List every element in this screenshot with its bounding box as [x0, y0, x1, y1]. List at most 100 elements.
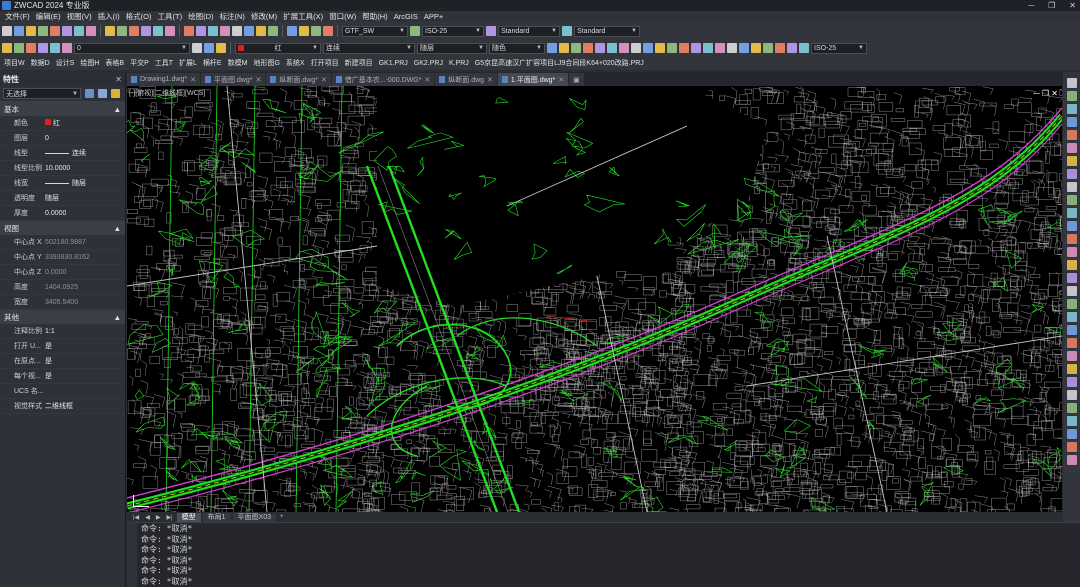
toolbar-button[interactable] — [559, 43, 569, 53]
menu-item[interactable]: 标注(N) — [217, 11, 248, 22]
menu-item[interactable]: 文件(F) — [2, 11, 33, 22]
close-tab-icon[interactable]: ✕ — [255, 76, 261, 84]
toolbar-button[interactable] — [562, 26, 572, 36]
toolbar-button[interactable] — [595, 43, 605, 53]
modify-tool-button[interactable] — [1066, 156, 1077, 166]
toolbar-button[interactable] — [268, 26, 278, 36]
menu-item[interactable]: 编辑(E) — [33, 11, 64, 22]
toolbar-button[interactable] — [129, 26, 139, 36]
property-row[interactable]: 厚度 0.0000 — [0, 206, 125, 221]
toolbar-button[interactable] — [486, 26, 496, 36]
toolbar-button[interactable] — [299, 26, 309, 36]
toolbar-button[interactable] — [703, 43, 713, 53]
modify-tool-button[interactable] — [1066, 390, 1077, 400]
modify-tool-button[interactable] — [1066, 286, 1077, 296]
plugin-menu-item[interactable]: K.PRJ — [447, 60, 471, 67]
collapse-icon[interactable]: ▲ — [114, 105, 121, 114]
modify-tool-button[interactable] — [1066, 455, 1077, 465]
minimize-button[interactable]: ─ — [1028, 1, 1034, 10]
layout-nav-button[interactable]: ◀ — [143, 514, 152, 521]
modify-tool-button[interactable] — [1066, 117, 1077, 127]
property-section-header[interactable]: 基本 ▲ — [0, 102, 125, 116]
modify-tool-button[interactable] — [1066, 130, 1077, 140]
toolbar-button[interactable] — [763, 43, 773, 53]
toolbar-button[interactable] — [208, 26, 218, 36]
modify-tool-button[interactable] — [1066, 78, 1077, 88]
toolbar-button[interactable] — [74, 26, 84, 36]
plugin-menu-item[interactable]: 项目W — [2, 58, 27, 68]
toolbar-button[interactable] — [311, 26, 321, 36]
toolbar-button[interactable] — [192, 43, 202, 53]
menu-item[interactable]: 窗口(W) — [326, 11, 359, 22]
modify-tool-button[interactable] — [1066, 338, 1077, 348]
close-tab-icon[interactable]: ✕ — [424, 76, 430, 84]
toolbar-button[interactable] — [410, 26, 420, 36]
property-row[interactable]: 线宽 随层 — [0, 176, 125, 191]
toolbar-button[interactable] — [751, 43, 761, 53]
plugin-menu-item[interactable]: GK1.PRJ — [377, 60, 410, 67]
toolbar-button[interactable] — [739, 43, 749, 53]
property-row[interactable]: 中心点 Z 0.0000 — [0, 265, 125, 280]
layer-select[interactable]: 0 ▼ — [74, 42, 190, 54]
toolbar-button[interactable] — [196, 26, 206, 36]
toolbar-button[interactable] — [727, 43, 737, 53]
toolbar-button[interactable] — [547, 43, 557, 53]
quick-select-icon[interactable] — [85, 89, 94, 98]
menu-item[interactable]: 绘图(D) — [185, 11, 216, 22]
modify-tool-button[interactable] — [1066, 429, 1077, 439]
menu-item[interactable]: ArcGIS — [391, 12, 421, 21]
menu-item[interactable]: 扩展工具(X) — [280, 11, 326, 22]
collapse-icon[interactable]: ▲ — [114, 313, 121, 322]
menu-item[interactable]: 视图(V) — [64, 11, 95, 22]
property-section-header[interactable]: 视图 ▲ — [0, 221, 125, 235]
modify-tool-button[interactable] — [1066, 351, 1077, 361]
property-row[interactable]: 中心点 Y 3393830.8162 — [0, 250, 125, 265]
toolbar-button[interactable] — [216, 43, 226, 53]
layout-nav-button[interactable]: ▶ — [154, 514, 163, 521]
plugin-menu-item[interactable]: 工具T — [153, 58, 175, 68]
toolbar-button[interactable] — [62, 26, 72, 36]
property-row[interactable]: UCS 名... — [0, 384, 125, 399]
modify-tool-button[interactable] — [1066, 260, 1077, 270]
modify-tool-button[interactable] — [1066, 403, 1077, 413]
toolbar-button[interactable] — [141, 26, 151, 36]
layout-tab[interactable]: 布局1 — [202, 512, 231, 522]
property-row[interactable]: 宽度 3405.5400 — [0, 295, 125, 310]
menu-item[interactable]: 帮助(H) — [359, 11, 390, 22]
toolbar-button[interactable] — [571, 43, 581, 53]
property-row[interactable]: 每个视... 是 — [0, 369, 125, 384]
close-tab-icon[interactable]: ✕ — [558, 76, 564, 84]
toolbar-button[interactable] — [232, 26, 242, 36]
modify-tool-button[interactable] — [1066, 273, 1077, 283]
toolbar-button[interactable] — [619, 43, 629, 53]
toolbar-button[interactable] — [631, 43, 641, 53]
close-button[interactable]: ✕ — [1069, 1, 1076, 10]
plugin-menu-item[interactable]: 设计S — [54, 58, 77, 68]
toolbar-button[interactable] — [117, 26, 127, 36]
property-row[interactable]: 注释比例 1:1 — [0, 324, 125, 339]
toolbar-button[interactable] — [204, 43, 214, 53]
plugin-menu-item[interactable]: 新建项目 — [343, 58, 375, 68]
property-section-header[interactable]: 其他 ▲ — [0, 310, 125, 324]
plugin-menu-item[interactable]: 平交P — [128, 58, 151, 68]
toolbar-button[interactable] — [50, 26, 60, 36]
toolbar-button[interactable] — [244, 26, 254, 36]
modify-tool-button[interactable] — [1066, 208, 1077, 218]
toolbar-button[interactable] — [607, 43, 617, 53]
modify-tool-button[interactable] — [1066, 221, 1077, 231]
document-tab[interactable]: 1.平面图.dwg* ✕ — [497, 73, 569, 86]
toolbar-button[interactable] — [184, 26, 194, 36]
document-tab[interactable]: Drawing1.dwg* ✕ — [127, 73, 200, 86]
plugin-menu-item[interactable]: GK2.PRJ — [412, 60, 445, 67]
layout-nav-button[interactable]: |◀ — [131, 514, 141, 521]
property-row[interactable]: 透明度 随层 — [0, 191, 125, 206]
modify-tool-button[interactable] — [1066, 195, 1077, 205]
toolbar-button[interactable] — [2, 26, 12, 36]
modify-tool-button[interactable] — [1066, 325, 1077, 335]
document-tab[interactable]: 纵断面.dwg* ✕ — [266, 73, 331, 86]
toolbar-button[interactable] — [14, 26, 24, 36]
menu-item[interactable]: 插入(I) — [95, 11, 123, 22]
layout-nav-button[interactable]: ▶| — [164, 514, 174, 521]
toolbar-button[interactable] — [323, 26, 333, 36]
viewport-window-controls[interactable]: ─ ❐ ✕ — [1034, 89, 1058, 98]
